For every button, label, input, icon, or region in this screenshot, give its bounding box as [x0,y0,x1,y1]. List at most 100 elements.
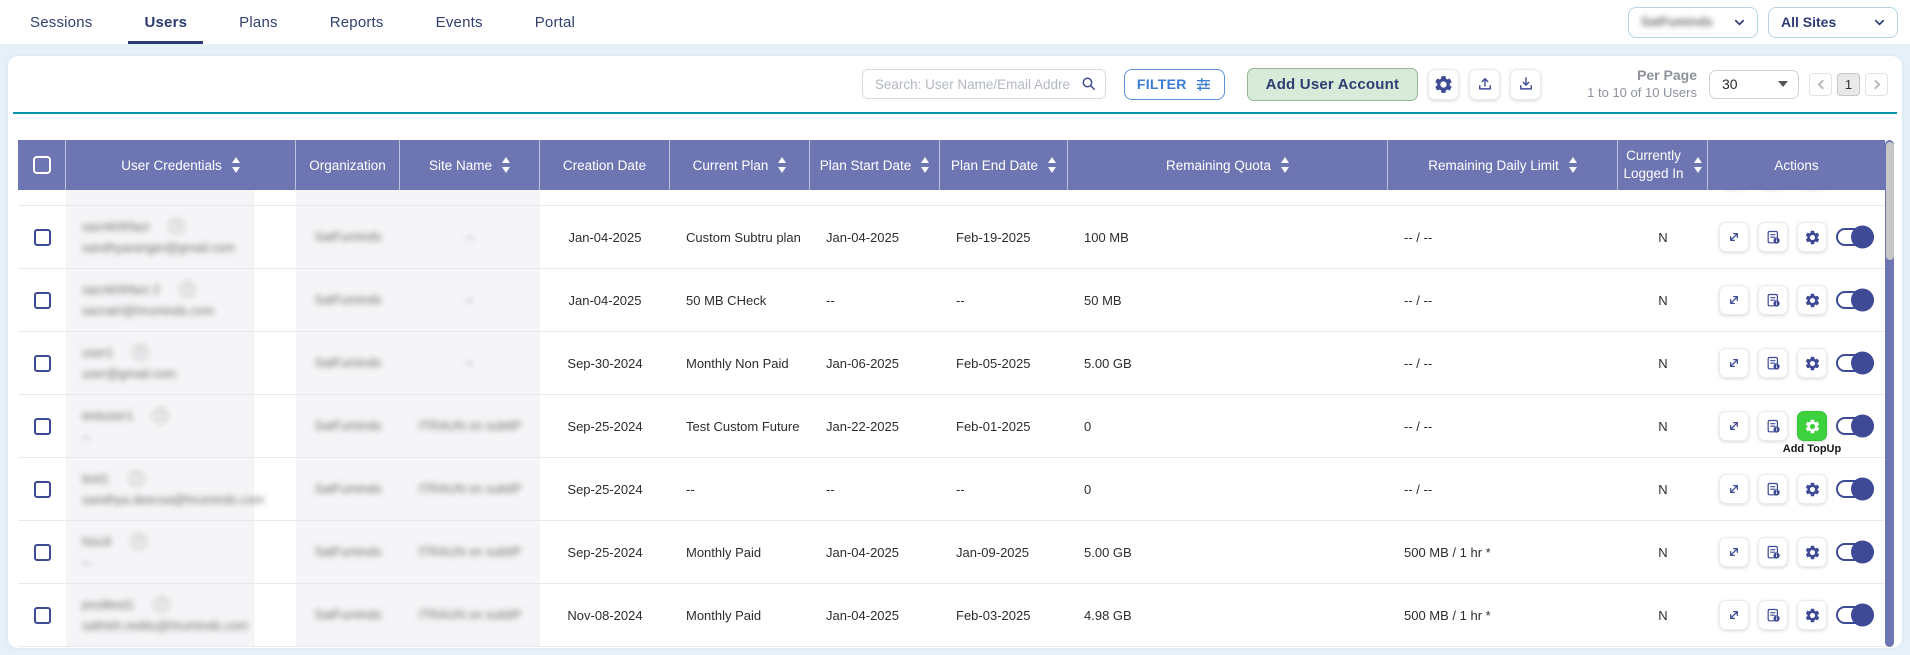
plan-details-button[interactable] [1758,285,1788,315]
user-info-icon[interactable] [154,597,169,612]
plan-details-button[interactable] [1758,537,1788,567]
per-page-select[interactable]: 30 [1709,70,1799,99]
user-enabled-toggle[interactable] [1836,354,1874,372]
remaining-daily-limit-value: -- / -- [1404,356,1432,371]
column-header-currently-logged-in[interactable]: Currently Logged In [1618,140,1708,190]
plan-details-button[interactable] [1758,222,1788,252]
tab-portal[interactable]: Portal [535,0,575,44]
sort-arrows-icon[interactable] [502,157,510,173]
table-row: sacnkhfrfact 2 sacratri@hruminds.com Sat… [18,269,1885,332]
expand-user-button[interactable] [1719,600,1749,630]
sort-arrows-icon[interactable] [1569,157,1577,173]
tab-users[interactable]: Users [144,0,187,44]
row-checkbox[interactable] [34,418,51,435]
download-button[interactable] [1510,69,1541,100]
row-checkbox[interactable] [34,355,51,372]
sort-arrows-icon[interactable] [1048,157,1056,173]
add-user-account-button[interactable]: Add User Account [1247,68,1419,101]
export-upload-button[interactable] [1469,69,1500,100]
user-enabled-toggle[interactable] [1836,480,1874,498]
user-settings-gear-button[interactable] [1797,537,1827,567]
row-checkbox[interactable] [34,544,51,561]
plan-start-date-value: Jan-04-2025 [826,230,899,245]
tab-reports[interactable]: Reports [330,0,384,44]
table-row: prodtest1 sathish.reddu@hruminds.com Sat… [18,584,1885,647]
prev-page-button[interactable] [1809,73,1832,96]
creation-date-value: Sep-30-2024 [567,356,642,371]
vertical-scrollbar-thumb[interactable] [1886,142,1894,260]
username-redacted: testuser1 [82,409,133,423]
column-header-current-plan[interactable]: Current Plan [670,140,810,190]
user-enabled-toggle[interactable] [1836,417,1874,435]
user-enabled-toggle[interactable] [1836,291,1874,309]
column-header-remaining-quota[interactable]: Remaining Quota [1068,140,1388,190]
gear-icon [1433,74,1454,95]
user-info-icon[interactable] [131,534,146,549]
table-row: user1 user@gmail.com SatFuminds -- Sep-3… [18,332,1885,395]
row-checkbox[interactable] [34,481,51,498]
user-settings-gear-button[interactable] [1797,411,1827,441]
users-table: User Credentials Organization Site Name … [18,140,1894,647]
user-info-icon[interactable] [129,471,144,486]
sort-arrows-icon[interactable] [1694,157,1702,173]
user-enabled-toggle[interactable] [1836,228,1874,246]
site-name-cell: ITRAUN on subtIP [400,521,540,583]
sort-arrows-icon[interactable] [1281,157,1289,173]
user-settings-gear-button[interactable] [1797,222,1827,252]
sort-arrows-icon[interactable] [921,157,929,173]
column-header-user-credentials[interactable]: User Credentials [66,140,296,190]
tab-label: Portal [535,14,575,31]
creation-date-cell: Jan-04-2025 [540,269,670,331]
user-credentials-cell: testuser1 -- [66,395,296,457]
user-settings-gear-button[interactable] [1797,348,1827,378]
organization-cell: SatFuminds [296,332,400,394]
column-header-remaining-daily-limit[interactable]: Remaining Daily Limit [1388,140,1618,190]
sort-arrows-icon[interactable] [778,157,786,173]
user-settings-gear-button[interactable] [1797,285,1827,315]
column-header-select-all [18,140,66,190]
user-info-icon[interactable] [153,408,168,423]
tab-sessions[interactable]: Sessions [30,0,92,44]
search-icon[interactable] [1080,75,1098,93]
username-redacted: sacnkhfrfact [82,220,149,234]
column-header-plan-start-date[interactable]: Plan Start Date [810,140,940,190]
expand-user-button[interactable] [1719,348,1749,378]
site-name-cell: ITRAUN on subtIP [400,584,540,646]
expand-user-button[interactable] [1719,411,1749,441]
sort-arrows-icon[interactable] [232,157,240,173]
expand-user-button[interactable] [1719,285,1749,315]
plan-details-button[interactable] [1758,348,1788,378]
plan-details-button[interactable] [1758,600,1788,630]
organization-filter-dropdown[interactable]: SatFuminds [1628,7,1758,38]
sites-filter-dropdown[interactable]: All Sites [1768,7,1898,38]
plan-details-button[interactable] [1758,411,1788,441]
row-checkbox[interactable] [34,229,51,246]
current-page-button[interactable]: 1 [1837,73,1860,96]
row-checkbox[interactable] [34,607,51,624]
user-info-icon[interactable] [133,345,148,360]
tab-events[interactable]: Events [436,0,483,44]
row-checkbox[interactable] [34,292,51,309]
next-page-button[interactable] [1865,73,1888,96]
search-input[interactable] [862,69,1106,99]
select-all-checkbox[interactable] [33,156,51,174]
plan-details-button[interactable] [1758,474,1788,504]
site-name-redacted: -- [466,356,474,370]
expand-user-button[interactable] [1719,474,1749,504]
user-info-icon[interactable] [169,219,184,234]
user-settings-gear-button[interactable] [1797,600,1827,630]
table-settings-gear-button[interactable] [1428,69,1459,100]
user-settings-gear-button[interactable] [1797,474,1827,504]
user-enabled-toggle[interactable] [1836,543,1874,561]
column-header-plan-end-date[interactable]: Plan End Date [940,140,1068,190]
filter-button[interactable]: FILTER [1124,69,1225,100]
tab-plans[interactable]: Plans [239,0,278,44]
user-info-icon[interactable] [180,282,195,297]
expand-user-button[interactable] [1719,537,1749,567]
column-header-site-name[interactable]: Site Name [400,140,540,190]
expand-user-button[interactable] [1719,222,1749,252]
plan-end-date-value: Feb-01-2025 [956,419,1030,434]
user-enabled-toggle[interactable] [1836,606,1874,624]
actions-cell: Add TopUp [1708,269,1885,331]
nav-tabs: Sessions Users Plans Reports Events Port… [30,0,575,44]
